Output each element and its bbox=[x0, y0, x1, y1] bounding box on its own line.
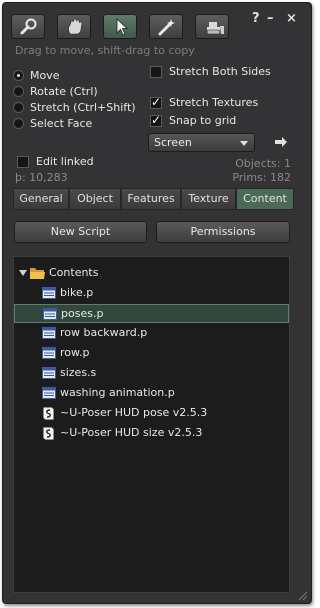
folder-label: Contents bbox=[49, 266, 99, 279]
tab-bar: General Object Features Texture Content bbox=[13, 188, 300, 210]
magic-wand-icon bbox=[158, 19, 175, 36]
radio-indicator[interactable] bbox=[13, 102, 24, 113]
grid-mode-value: Screen bbox=[154, 136, 192, 149]
edit-linked-label: Edit linked bbox=[36, 155, 94, 168]
pointer-cursor-icon bbox=[116, 18, 129, 36]
expand-arrow-icon[interactable] bbox=[19, 270, 27, 276]
tab-texture[interactable]: Texture bbox=[181, 188, 236, 210]
edit-tool-button[interactable] bbox=[103, 14, 137, 39]
list-item[interactable]: sizes.s bbox=[14, 364, 289, 383]
list-item[interactable]: washing animation.p bbox=[14, 384, 289, 403]
tab-general[interactable]: General bbox=[13, 188, 69, 210]
grid-options-arrow-icon[interactable] bbox=[274, 136, 288, 148]
item-label: washing animation.p bbox=[60, 386, 175, 399]
permissions-button[interactable]: Permissions bbox=[156, 221, 290, 243]
notecard-icon bbox=[42, 387, 56, 399]
item-label: ~U-Poser HUD size v2.5.3 bbox=[60, 426, 203, 439]
stretch-both-sides-label: Stretch Both Sides bbox=[169, 65, 271, 78]
help-button[interactable]: ? bbox=[252, 11, 260, 26]
build-tools-floater: ? – × Drag to move, shift-drag to copy M… bbox=[2, 2, 312, 604]
resize-grip-icon[interactable] bbox=[296, 589, 308, 601]
notecard-icon bbox=[42, 327, 56, 339]
item-label: row.p bbox=[60, 346, 90, 359]
contents-folder-row[interactable]: Contents bbox=[14, 264, 289, 283]
stretch-textures-label: Stretch Textures bbox=[169, 96, 259, 109]
list-item-selected[interactable]: poses.p bbox=[14, 304, 289, 323]
radio-indicator[interactable] bbox=[13, 118, 24, 129]
grab-hand-icon bbox=[68, 18, 83, 35]
land-impact-text: þ: 10,283 bbox=[15, 171, 68, 184]
list-item[interactable]: row backward.p bbox=[14, 324, 289, 343]
move-label: Move bbox=[30, 69, 60, 82]
new-script-button[interactable]: New Script bbox=[14, 221, 147, 243]
checkbox-box[interactable] bbox=[150, 66, 162, 78]
tab-content[interactable]: Content bbox=[236, 188, 294, 210]
list-item[interactable]: ~U-Poser HUD pose v2.5.3 bbox=[14, 404, 289, 423]
land-tool-button[interactable] bbox=[195, 14, 229, 39]
rotate-label: Rotate (Ctrl) bbox=[30, 85, 98, 98]
tab-features[interactable]: Features bbox=[121, 188, 181, 210]
minimize-button[interactable]: – bbox=[267, 11, 274, 26]
focus-tool-button[interactable] bbox=[11, 14, 45, 39]
grid-mode-dropdown[interactable]: Screen bbox=[148, 133, 255, 152]
list-item[interactable]: ~U-Poser HUD size v2.5.3 bbox=[14, 424, 289, 443]
select-face-label: Select Face bbox=[30, 117, 93, 130]
notecard-icon bbox=[42, 287, 56, 299]
notecard-icon bbox=[43, 308, 57, 320]
item-label: bike.p bbox=[60, 286, 94, 299]
item-label: sizes.s bbox=[60, 366, 97, 379]
tool-hint: Drag to move, shift-drag to copy bbox=[15, 44, 195, 57]
notecard-icon bbox=[42, 347, 56, 359]
item-label: poses.p bbox=[61, 307, 104, 320]
script-icon bbox=[42, 406, 55, 421]
create-tool-button[interactable] bbox=[149, 14, 183, 39]
snap-to-grid-label: Snap to grid bbox=[169, 114, 237, 127]
list-item[interactable]: bike.p bbox=[14, 284, 289, 303]
objects-count: Objects: 1 bbox=[235, 157, 291, 170]
item-label: row backward.p bbox=[60, 326, 148, 339]
checkbox-box[interactable] bbox=[150, 113, 162, 127]
move-tool-button[interactable] bbox=[57, 14, 91, 39]
checkbox-box[interactable] bbox=[17, 156, 29, 168]
checkbox-box[interactable] bbox=[150, 95, 162, 109]
magnifier-icon bbox=[20, 18, 37, 35]
stretch-label: Stretch (Ctrl+Shift) bbox=[30, 101, 136, 114]
list-item[interactable]: row.p bbox=[14, 344, 289, 363]
contents-list[interactable]: Contents bike.p poses.p row backward.p r… bbox=[13, 256, 290, 593]
close-button[interactable]: × bbox=[286, 11, 297, 26]
chevron-down-icon bbox=[240, 141, 248, 146]
radio-indicator[interactable] bbox=[13, 70, 24, 81]
radio-indicator[interactable] bbox=[13, 86, 24, 97]
bulldozer-icon bbox=[206, 22, 224, 35]
item-label: ~U-Poser HUD pose v2.5.3 bbox=[60, 406, 208, 419]
script-icon bbox=[42, 426, 55, 441]
prims-count: Prims: 182 bbox=[232, 171, 291, 184]
tab-object[interactable]: Object bbox=[69, 188, 121, 210]
notecard-icon bbox=[42, 367, 56, 379]
folder-icon bbox=[30, 268, 45, 279]
